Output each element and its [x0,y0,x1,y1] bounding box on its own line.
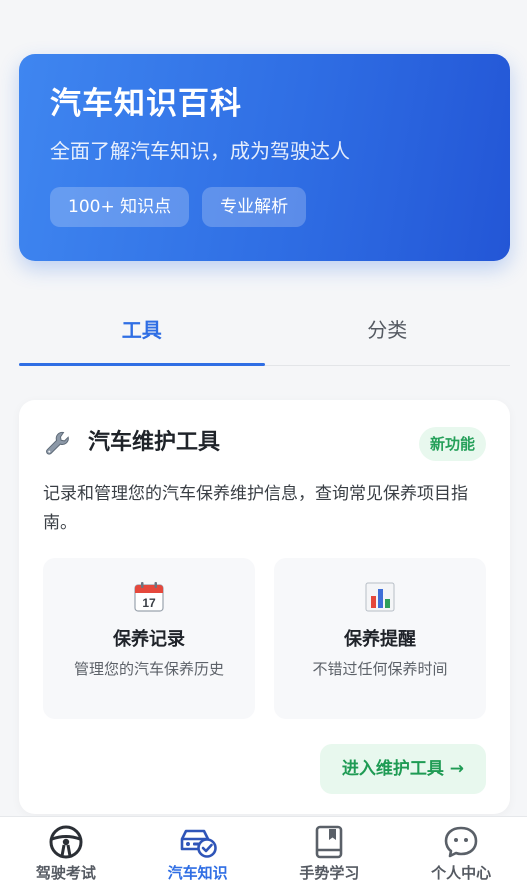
feature-maintenance-records[interactable]: 17 保养记录 管理您的汽车保养历史 [43,558,255,719]
card-header: 汽车维护工具 新功能 [43,426,486,462]
tab-bar: 工具 分类 [19,302,510,366]
nav-personal-center[interactable]: 个人中心 [395,817,527,888]
hero-subtitle: 全面了解汽车知识，成为驾驶达人 [50,139,350,163]
feature-maintenance-reminders[interactable]: 保养提醒 不错过任何保养时间 [274,558,486,719]
nav-label: 手势学习 [299,864,360,882]
car-check-icon [180,829,217,858]
hero-tag-professional: 专业解析 [202,187,307,227]
bar-chart-icon [365,582,395,612]
chat-face-icon [444,826,478,858]
hero-banner: 汽车知识百科 全面了解汽车知识，成为驾驶达人 100+ 知识点 专业解析 [19,54,510,261]
feature-title: 保养提醒 [344,629,416,650]
maintenance-tool-card: 汽车维护工具 新功能 记录和管理您的汽车保养维护信息，查询常见保养项目指南。 1… [19,400,510,814]
wrench-icon [46,431,69,455]
nav-gesture-learning[interactable]: 手势学习 [264,817,396,888]
hero-tags: 100+ 知识点 专业解析 [50,187,480,227]
hero-tag-knowledge-count: 100+ 知识点 [50,187,190,227]
feature-title: 保养记录 [113,629,185,650]
enter-maintenance-tool-button[interactable]: 进入维护工具 → [319,744,486,794]
calendar-icon: 17 [134,582,164,612]
new-feature-badge: 新功能 [418,427,486,461]
nav-label: 个人中心 [431,864,492,882]
bottom-nav: 驾驶考试 汽车知识 手势学习 个人中心 [0,816,527,888]
feature-description: 管理您的汽车保养历史 [73,660,224,678]
feature-description: 不错过任何保养时间 [312,660,448,678]
svg-text:17: 17 [142,596,156,610]
nav-car-knowledge[interactable]: 汽车知识 [132,817,264,888]
nav-label: 驾驶考试 [35,864,96,882]
book-icon [316,825,343,859]
page: 汽车知识百科 全面了解汽车知识，成为驾驶达人 100+ 知识点 专业解析 工具 … [0,0,527,888]
nav-driving-exam[interactable]: 驾驶考试 [0,817,132,888]
tab-categories[interactable]: 分类 [265,302,511,365]
steering-wheel-icon [49,825,83,859]
hero-title: 汽车知识百科 [50,86,242,122]
card-title: 汽车维护工具 [88,430,221,455]
nav-label: 汽车知识 [167,864,228,882]
card-description: 记录和管理您的汽车保养维护信息，查询常见保养项目指南。 [43,484,468,533]
tab-tools[interactable]: 工具 [19,302,265,366]
